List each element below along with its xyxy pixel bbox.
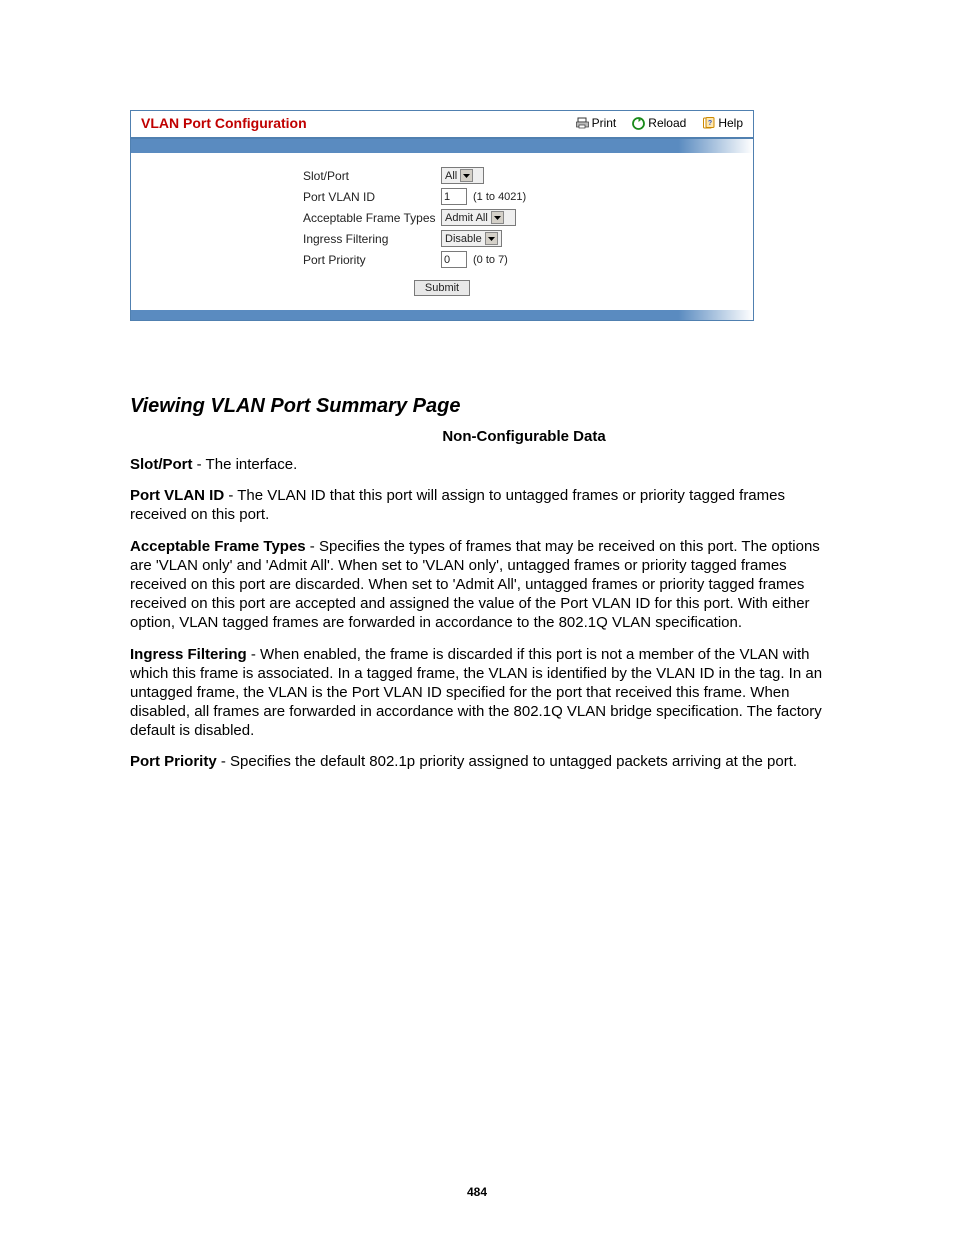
separator-bar-bottom — [131, 310, 753, 320]
row-frame-types: Acceptable Frame Types Admit All — [131, 207, 753, 228]
def-term: Port Priority — [130, 753, 217, 770]
chevron-down-icon — [460, 169, 473, 182]
svg-text:?: ? — [708, 120, 712, 127]
def-ingress: Ingress Filtering - When enabled, the fr… — [130, 645, 826, 741]
def-term: Ingress Filtering — [130, 646, 247, 663]
label-port-priority: Port Priority — [131, 253, 441, 267]
def-frame-types: Acceptable Frame Types - Specifies the t… — [130, 537, 826, 633]
def-term: Slot/Port — [130, 456, 193, 473]
hint-port-priority: (0 to 7) — [473, 254, 508, 266]
label-frame-types: Acceptable Frame Types — [131, 211, 441, 225]
print-button[interactable]: Print — [576, 116, 617, 130]
def-port-vlan-id: Port VLAN ID - The VLAN ID that this por… — [130, 486, 826, 524]
hint-port-vlan-id: (1 to 4021) — [473, 191, 526, 203]
def-text: - Specifies the default 802.1p priority … — [217, 753, 797, 770]
input-port-priority[interactable]: 0 — [441, 251, 467, 268]
reload-button[interactable]: Reload — [632, 116, 686, 130]
reload-label: Reload — [648, 116, 686, 130]
panel-title: VLAN Port Configuration — [141, 115, 307, 131]
chevron-down-icon — [485, 232, 498, 245]
label-port-vlan-id: Port VLAN ID — [131, 190, 441, 204]
select-ingress[interactable]: Disable — [441, 230, 502, 247]
panel-toolbar: Print Reload ? Help — [576, 116, 743, 130]
select-slot-port[interactable]: All — [441, 167, 484, 184]
help-icon: ? — [702, 117, 715, 130]
section-subhead: Non-Configurable Data — [222, 428, 826, 445]
separator-bar-top — [131, 139, 753, 153]
select-slot-port-value: All — [445, 170, 457, 182]
print-label: Print — [592, 116, 617, 130]
chevron-down-icon — [491, 211, 504, 224]
def-text: - The interface. — [193, 456, 298, 473]
def-slot-port: Slot/Port - The interface. — [130, 455, 826, 474]
input-port-vlan-id[interactable]: 1 — [441, 188, 467, 205]
def-port-priority: Port Priority - Specifies the default 80… — [130, 752, 826, 771]
row-port-vlan-id: Port VLAN ID 1 (1 to 4021) — [131, 186, 753, 207]
select-frame-types-value: Admit All — [445, 212, 488, 224]
def-term: Port VLAN ID — [130, 487, 224, 504]
print-icon — [576, 117, 589, 129]
submit-button[interactable]: Submit — [414, 280, 470, 296]
label-slot-port: Slot/Port — [131, 169, 441, 183]
page-number: 484 — [0, 1185, 954, 1199]
help-button[interactable]: ? Help — [702, 116, 743, 130]
panel-header: VLAN Port Configuration Print Reload — [131, 111, 753, 139]
select-ingress-value: Disable — [445, 233, 482, 245]
reload-icon — [632, 117, 645, 130]
select-frame-types[interactable]: Admit All — [441, 209, 516, 226]
help-label: Help — [718, 116, 743, 130]
def-term: Acceptable Frame Types — [130, 538, 306, 555]
row-slot-port: Slot/Port All — [131, 165, 753, 186]
section-heading: Viewing VLAN Port Summary Page — [130, 395, 826, 418]
row-ingress: Ingress Filtering Disable — [131, 228, 753, 249]
form-body: Slot/Port All Port VLAN ID 1 (1 to 4021)… — [131, 153, 753, 310]
label-ingress: Ingress Filtering — [131, 232, 441, 246]
row-port-priority: Port Priority 0 (0 to 7) — [131, 249, 753, 270]
def-text: - The VLAN ID that this port will assign… — [130, 487, 785, 523]
config-panel: VLAN Port Configuration Print Reload — [130, 110, 754, 321]
